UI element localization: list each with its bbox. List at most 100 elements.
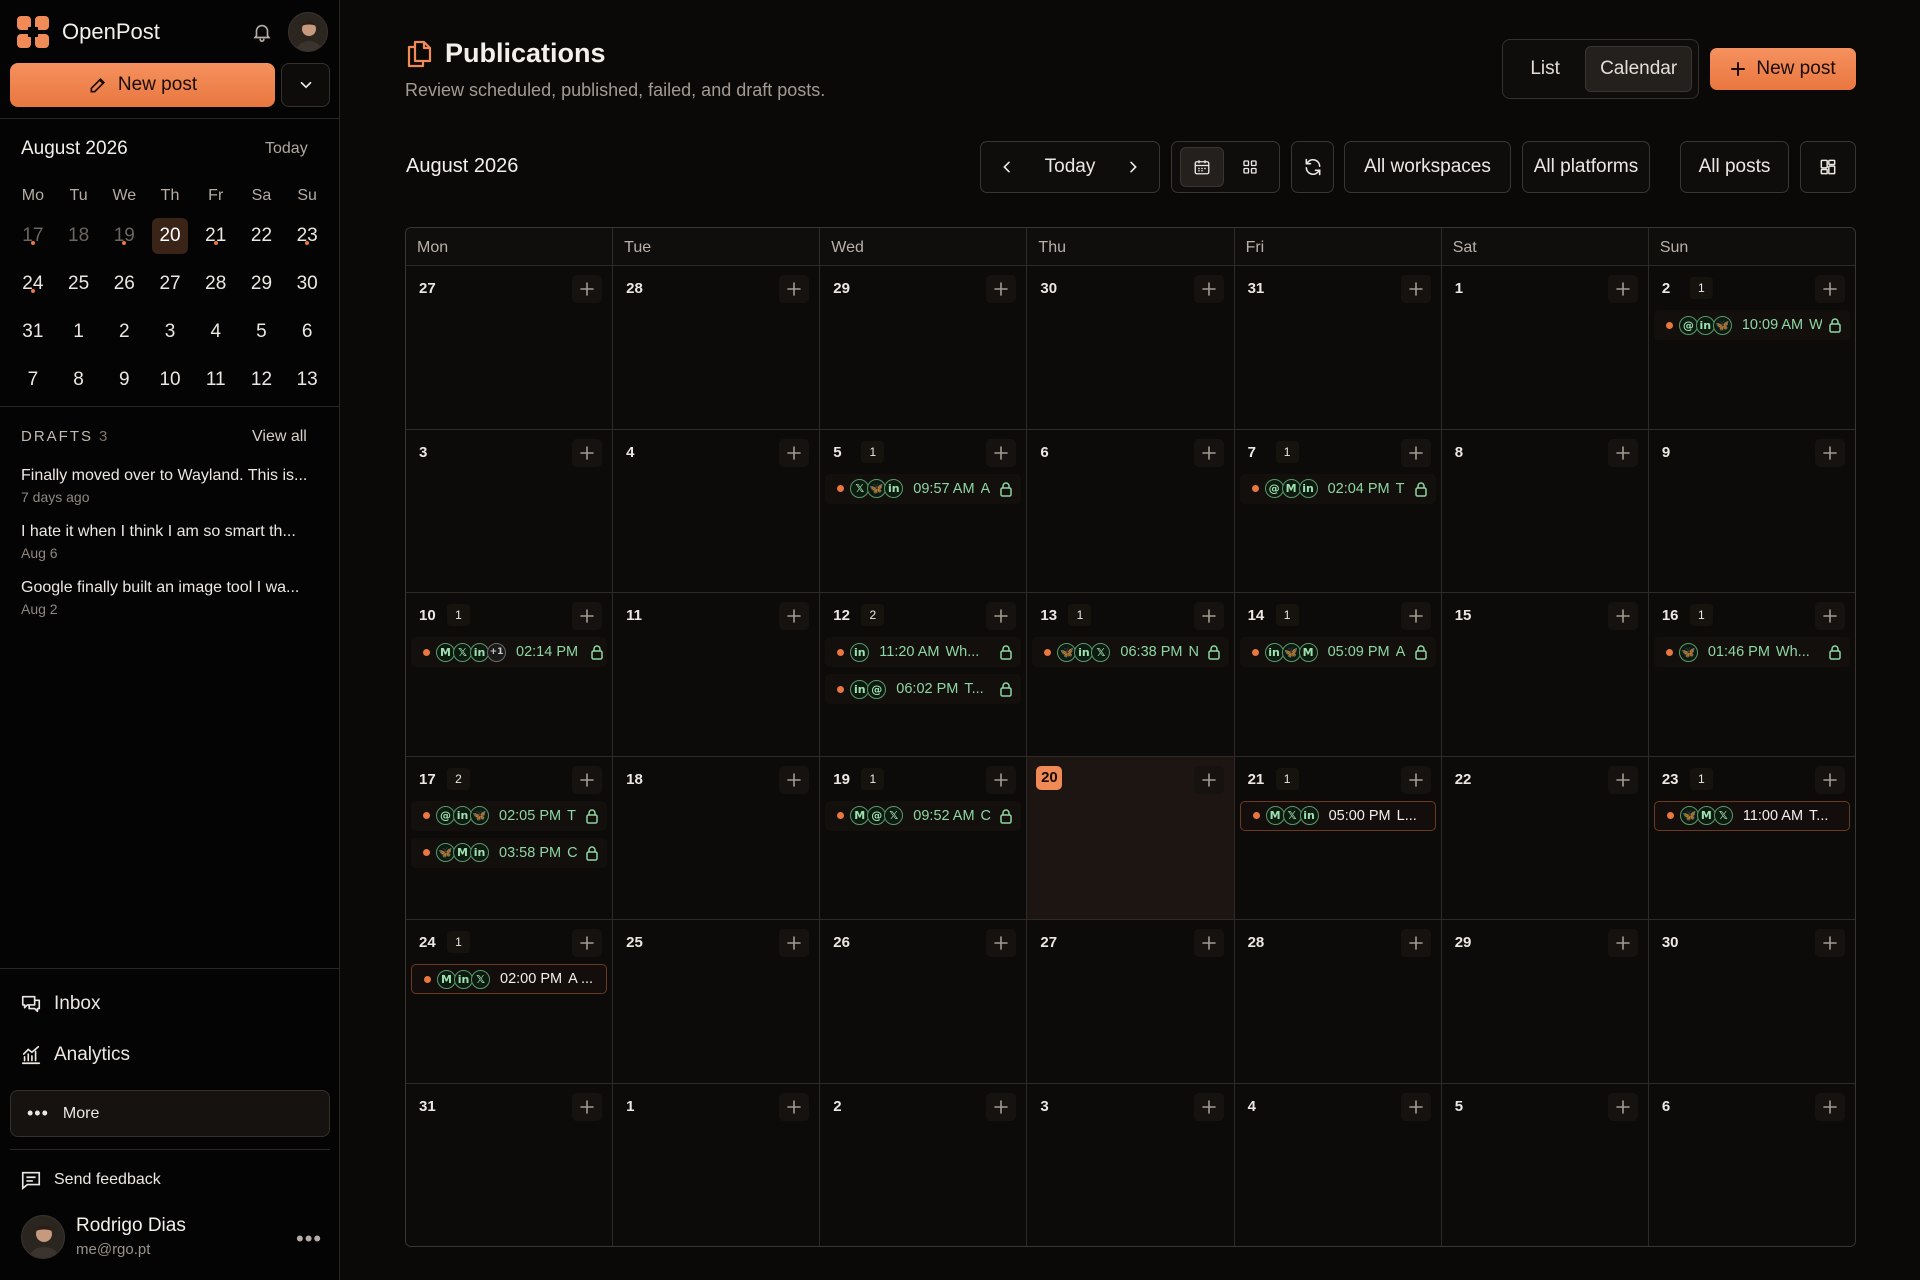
calendar-day[interactable]: 1 xyxy=(613,1083,821,1246)
add-post-icon[interactable] xyxy=(572,929,603,957)
scheduled-post-item[interactable]: 🦋 M 𝕏 11:00 AM T... xyxy=(1653,800,1850,831)
add-post-icon[interactable] xyxy=(1193,275,1224,303)
add-post-icon[interactable] xyxy=(1193,929,1224,957)
calendar-day[interactable]: 18 xyxy=(613,756,821,919)
mini-calendar-day[interactable]: 20 xyxy=(147,218,193,254)
add-post-icon[interactable] xyxy=(1193,438,1224,467)
published-post-item[interactable]: @ in 🦋 10:09 AM W xyxy=(1653,310,1850,340)
calendar-day[interactable]: 16 1 🦋 01:46 PM Wh... xyxy=(1648,593,1855,756)
add-post-icon[interactable] xyxy=(1607,275,1638,303)
add-post-icon[interactable] xyxy=(986,765,1017,794)
calendar-day[interactable]: 28 xyxy=(1234,920,1442,1083)
mini-calendar-day[interactable]: 9 xyxy=(101,369,147,391)
add-post-icon[interactable] xyxy=(986,275,1017,303)
calendar-day[interactable]: 15 xyxy=(1441,593,1649,756)
mini-calendar-day[interactable]: 24 xyxy=(10,273,56,295)
published-post-item[interactable]: in @ 06:02 PM T... xyxy=(825,674,1022,704)
add-post-icon[interactable] xyxy=(779,1092,810,1121)
add-post-icon[interactable] xyxy=(1814,929,1845,957)
draft-item[interactable]: I hate it when I think I am so smart th.… xyxy=(21,523,321,561)
add-post-icon[interactable] xyxy=(1193,765,1224,794)
mini-calendar-day[interactable]: 18 xyxy=(56,225,102,247)
published-post-item[interactable]: @ in 🦋 02:05 PM T xyxy=(411,800,608,831)
add-post-icon[interactable] xyxy=(1400,602,1431,630)
add-post-icon[interactable] xyxy=(779,602,810,630)
bell-icon[interactable] xyxy=(248,18,276,46)
add-post-icon[interactable] xyxy=(1193,1092,1224,1121)
calendar-day[interactable]: 8 xyxy=(1441,429,1649,592)
calendar-day[interactable]: 27 xyxy=(1027,920,1235,1083)
platforms-filter[interactable]: All platforms xyxy=(1522,141,1650,193)
avatar[interactable] xyxy=(288,12,328,52)
published-post-item[interactable]: M @ 𝕏 09:52 AM C xyxy=(825,800,1022,831)
mini-calendar-day[interactable]: 2 xyxy=(101,321,147,343)
mini-calendar-day[interactable]: 5 xyxy=(239,321,285,343)
calendar-day[interactable]: 26 xyxy=(820,920,1028,1083)
refresh-button[interactable] xyxy=(1291,141,1334,193)
published-post-item[interactable]: 🦋 01:46 PM Wh... xyxy=(1653,637,1850,667)
mini-calendar-day[interactable]: 26 xyxy=(101,273,147,295)
draft-item[interactable]: Google finally built an image tool I wa.… xyxy=(21,579,321,617)
calendar-day[interactable]: 28 xyxy=(613,266,821,429)
mini-calendar-day[interactable]: 7 xyxy=(10,369,56,391)
add-post-icon[interactable] xyxy=(1193,602,1224,630)
mini-calendar-day[interactable]: 17 xyxy=(10,225,56,247)
scheduled-post-item[interactable]: Min 𝕏 02:00 PM A ... xyxy=(411,964,608,994)
nav-inbox[interactable]: Inbox xyxy=(20,993,100,1015)
published-post-item[interactable]: 𝕏 🦋 in 09:57 AM A xyxy=(825,473,1022,504)
today-button[interactable]: Today xyxy=(1045,156,1096,178)
view-calendar-tab[interactable]: Calendar xyxy=(1585,46,1692,92)
calendar-day[interactable]: 3 xyxy=(406,429,614,592)
mini-calendar-day[interactable]: 19 xyxy=(101,225,147,247)
calendar-day[interactable]: 24 1 Min 𝕏 02:00 PM A ... xyxy=(406,920,614,1083)
calendar-day[interactable]: 31 xyxy=(1234,266,1442,429)
month-view-button[interactable] xyxy=(1179,147,1224,187)
add-post-icon[interactable] xyxy=(986,438,1017,467)
calendar-day[interactable]: 30 xyxy=(1648,920,1855,1083)
calendar-day[interactable]: 14 1 in 🦋 M 05:09 PM A xyxy=(1234,593,1442,756)
mini-calendar-day[interactable]: 13 xyxy=(284,369,330,391)
nav-analytics[interactable]: Analytics xyxy=(20,1044,130,1066)
add-post-icon[interactable] xyxy=(986,1092,1017,1121)
calendar-day[interactable]: 2 xyxy=(820,1083,1028,1246)
add-post-icon[interactable] xyxy=(1814,1092,1845,1121)
calendar-day[interactable]: 29 xyxy=(820,266,1028,429)
add-post-icon[interactable] xyxy=(1400,765,1431,794)
add-post-icon[interactable] xyxy=(779,438,810,467)
add-post-icon[interactable] xyxy=(1607,929,1638,957)
calendar-day[interactable]: 4 xyxy=(613,429,821,592)
calendar-day[interactable]: 4 xyxy=(1234,1083,1442,1246)
calendar-day[interactable]: 30 xyxy=(1027,266,1235,429)
add-post-icon[interactable] xyxy=(986,602,1017,630)
published-post-item[interactable]: 🦋 in 𝕏 06:38 PM N xyxy=(1032,637,1229,667)
grid-view-button[interactable] xyxy=(1228,147,1272,187)
drafts-view-all-link[interactable]: View all xyxy=(252,428,307,446)
add-post-icon[interactable] xyxy=(1814,275,1845,303)
new-post-button[interactable]: New post xyxy=(10,63,275,107)
add-post-icon[interactable] xyxy=(1400,1092,1431,1121)
mini-calendar-day[interactable]: 6 xyxy=(284,321,330,343)
add-post-icon[interactable] xyxy=(779,765,810,794)
mini-calendar-day[interactable]: 4 xyxy=(193,321,239,343)
add-post-icon[interactable] xyxy=(572,275,603,303)
brand[interactable]: OpenPost xyxy=(16,14,160,50)
mini-calendar-day[interactable]: 21 xyxy=(193,225,239,247)
scheduled-post-item[interactable]: M 𝕏in 05:00 PM L... xyxy=(1239,800,1436,831)
calendar-day[interactable]: 17 2 @ in 🦋 02:05 PM T 🦋 Min 03:58 PM C xyxy=(406,756,614,919)
mini-calendar-day[interactable]: 23 xyxy=(284,225,330,247)
add-post-icon[interactable] xyxy=(572,765,603,794)
add-post-icon[interactable] xyxy=(1607,765,1638,794)
add-post-icon[interactable] xyxy=(1814,438,1845,467)
mini-calendar-day[interactable]: 29 xyxy=(239,273,285,295)
calendar-day[interactable]: 27 xyxy=(406,266,614,429)
send-feedback-button[interactable]: Send feedback xyxy=(20,1169,161,1191)
user-avatar[interactable] xyxy=(21,1215,65,1259)
calendar-day[interactable]: 2 1 @ in 🦋 10:09 AM W xyxy=(1648,266,1855,429)
calendar-day[interactable]: 31 xyxy=(406,1083,614,1246)
calendar-day[interactable]: 9 xyxy=(1648,429,1855,592)
new-post-options-button[interactable] xyxy=(281,63,330,107)
add-post-icon[interactable] xyxy=(1400,275,1431,303)
calendar-day[interactable]: 21 1 M 𝕏in 05:00 PM L... xyxy=(1234,756,1442,919)
calendar-day[interactable]: 6 xyxy=(1027,429,1235,592)
mini-calendar-day[interactable]: 25 xyxy=(56,273,102,295)
